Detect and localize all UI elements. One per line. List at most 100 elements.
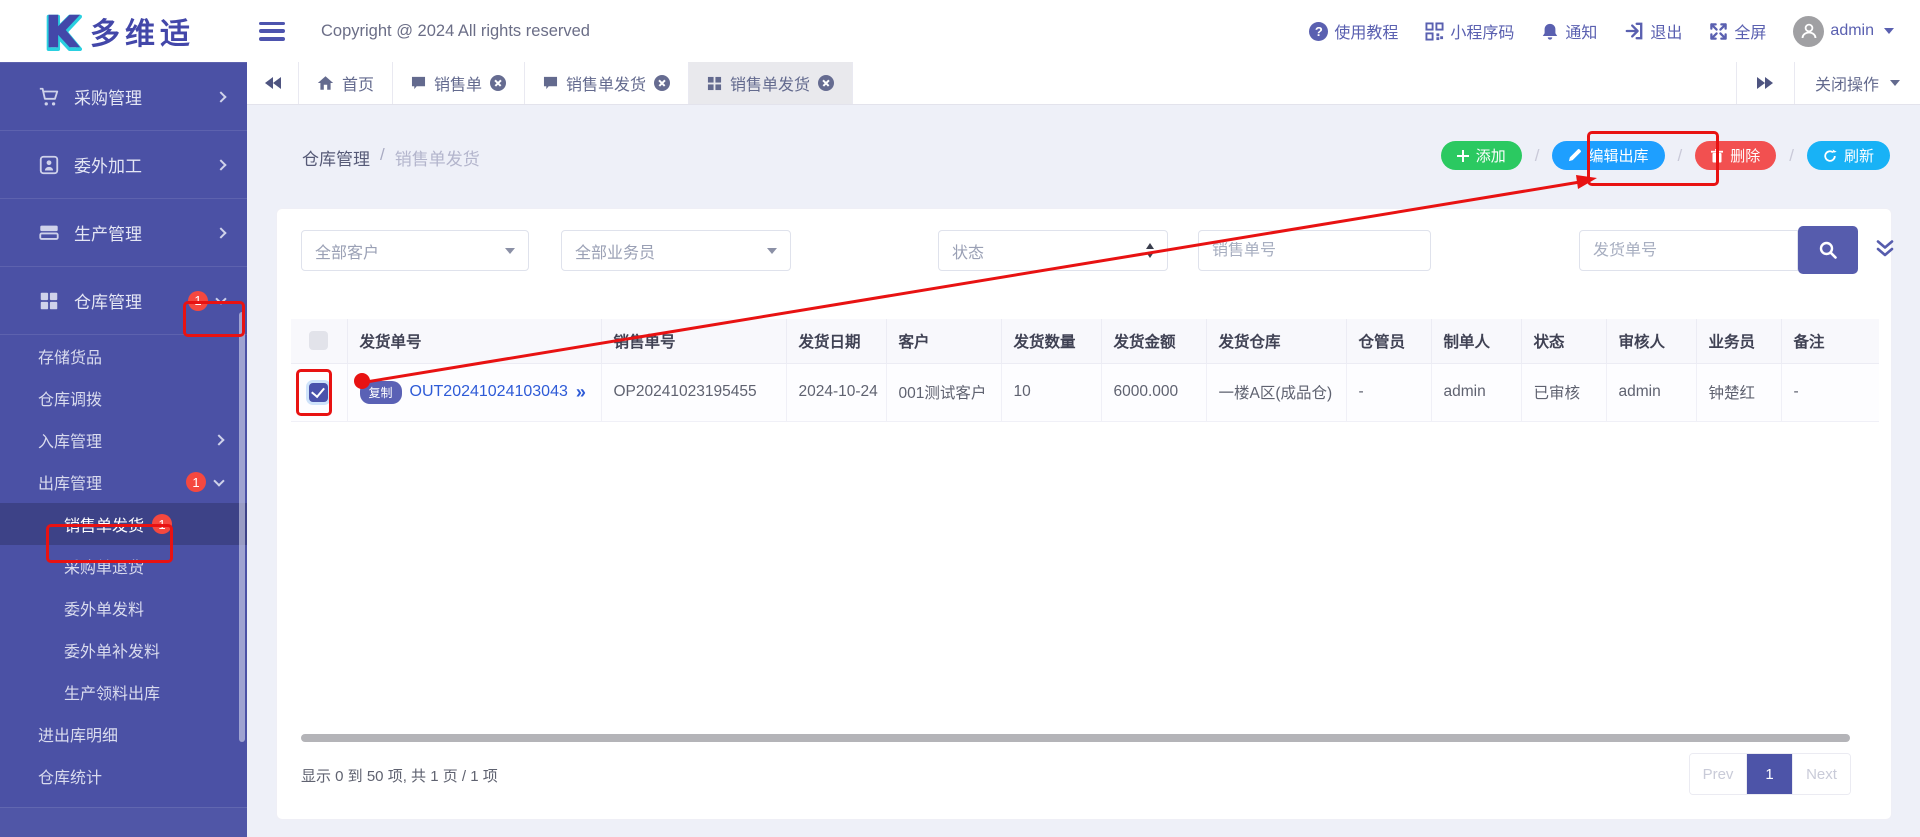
- sidebar-item-production[interactable]: 生产管理: [0, 199, 247, 267]
- customer-filter-select[interactable]: 全部客户: [301, 230, 529, 271]
- cell-customer: 001测试客户: [886, 363, 1002, 422]
- logout-link[interactable]: 退出: [1624, 19, 1682, 43]
- fullscreen-link[interactable]: 全屏: [1709, 19, 1766, 43]
- sales-order-no-field: [1198, 230, 1431, 271]
- horizontal-scrollbar[interactable]: [301, 734, 1850, 742]
- avatar: [1793, 15, 1825, 47]
- next-page-button[interactable]: Next: [1793, 754, 1850, 794]
- delivery-no-link[interactable]: OUT20241024103043: [410, 383, 568, 401]
- sales-delivery-badge: 1: [152, 514, 173, 534]
- chevron-right-icon: [213, 434, 225, 446]
- sidebar-item-outsourcing[interactable]: 委外加工: [0, 131, 247, 199]
- sidebar-item-outbound[interactable]: 出库管理 1: [0, 461, 247, 503]
- chevron-down-icon: [213, 474, 225, 487]
- header-nav: ? 使用教程 小程序码 通知 退出 全屏 admin: [1309, 15, 1920, 47]
- toolbar-separator: /: [1677, 145, 1683, 165]
- cell-salesman: 钟楚红: [1696, 363, 1782, 422]
- sidebar-item-inbound[interactable]: 入库管理: [0, 419, 247, 461]
- column-header[interactable]: 业务员: [1696, 319, 1782, 364]
- prev-page-button[interactable]: Prev: [1690, 754, 1747, 794]
- tab-sales-delivery-2[interactable]: 销售单发货: [689, 62, 854, 104]
- tab-sales-order[interactable]: 销售单: [393, 62, 526, 104]
- column-header[interactable]: 备注: [1781, 319, 1879, 364]
- edit-outbound-button[interactable]: 编辑出库: [1552, 141, 1665, 170]
- sidebar-item-outsource-reissue[interactable]: 委外单补发料: [0, 629, 247, 671]
- add-button[interactable]: 添加: [1440, 141, 1522, 170]
- salesman-filter-value: 全部业务员: [575, 244, 656, 262]
- scroll-tabs-left-button[interactable]: [247, 62, 299, 104]
- column-header[interactable]: 发货数量: [1001, 319, 1102, 364]
- pagination: Prev 1 Next: [1689, 753, 1851, 795]
- column-header[interactable]: 仓管员: [1346, 319, 1432, 364]
- sales-order-no-input[interactable]: [1212, 241, 1417, 260]
- table-row[interactable]: 复制 OUT20241024103043 » OP20241023195455 …: [291, 363, 1879, 422]
- column-header[interactable]: 状态: [1521, 319, 1607, 364]
- sidebar-item-production-picking[interactable]: 生产领料出库: [0, 671, 247, 713]
- sidebar-scrollbar[interactable]: [239, 312, 245, 742]
- sidebar-item-inout-detail[interactable]: 进出库明细: [0, 713, 247, 755]
- help-link[interactable]: ? 使用教程: [1309, 19, 1398, 43]
- close-operations-label: 关闭操作: [1814, 77, 1879, 94]
- miniprogram-link[interactable]: 小程序码: [1425, 19, 1514, 43]
- cell-status: 已审核: [1521, 363, 1607, 422]
- column-header[interactable]: 发货金额: [1101, 319, 1207, 364]
- notification-label: 通知: [1565, 25, 1598, 42]
- delete-button[interactable]: 删除: [1695, 141, 1777, 170]
- double-right-icon: [1757, 77, 1774, 89]
- toggle-filters-button[interactable]: [1874, 238, 1896, 265]
- breadcrumb-separator: /: [380, 145, 385, 164]
- cell-keeper: -: [1346, 363, 1432, 422]
- sidebar-item-stored-goods[interactable]: 存储货品: [0, 335, 247, 377]
- sidebar-item-warehouse-stats[interactable]: 仓库统计: [0, 755, 247, 797]
- delivery-no-field: [1579, 230, 1798, 271]
- copy-button[interactable]: 复制: [359, 380, 402, 404]
- close-operations-dropdown[interactable]: 关闭操作: [1793, 62, 1920, 104]
- chevron-right-icon: [215, 90, 227, 103]
- select-all-checkbox[interactable]: [309, 331, 329, 351]
- notification-link[interactable]: 通知: [1541, 19, 1597, 43]
- status-filter-value: 状态: [952, 244, 985, 262]
- brand-logo-icon: [46, 14, 82, 52]
- cell-warehouse: 一楼A区(成品仓): [1206, 363, 1347, 422]
- column-header[interactable]: 发货日期: [786, 319, 887, 364]
- refresh-button[interactable]: 刷新: [1806, 141, 1890, 170]
- menu-toggle-icon[interactable]: [259, 21, 285, 41]
- sidebar-item-outsource-issue[interactable]: 委外单发料: [0, 587, 247, 629]
- search-button[interactable]: [1798, 226, 1858, 274]
- column-header[interactable]: 发货仓库: [1206, 319, 1347, 364]
- main-content: 仓库管理 / 销售单发货 添加 / 编辑出库 / 删除 / 刷新 全部客户 全部…: [247, 105, 1920, 837]
- sidebar-item-warehouse[interactable]: 仓库管理 1: [0, 267, 247, 335]
- tab-sales-delivery-1[interactable]: 销售单发货: [525, 62, 690, 104]
- caret-down-icon: [1890, 80, 1900, 86]
- close-tab-icon[interactable]: [818, 75, 835, 91]
- delivery-no-input[interactable]: [1593, 241, 1784, 260]
- breadcrumb-parent[interactable]: 仓库管理: [302, 145, 370, 170]
- tab-home[interactable]: 首页: [299, 62, 394, 104]
- sidebar-item-sales-delivery[interactable]: 销售单发货 1: [0, 503, 247, 545]
- sidebar-item-purchase[interactable]: 采购管理: [0, 63, 247, 131]
- sidebar-item-label: 生产管理: [74, 225, 142, 244]
- column-header[interactable]: 发货单号: [347, 319, 602, 364]
- logout-label: 退出: [1650, 25, 1683, 42]
- column-header[interactable]: 制单人: [1431, 319, 1522, 364]
- row-checkbox[interactable]: [309, 382, 329, 402]
- scroll-tabs-right-button[interactable]: [1735, 62, 1794, 104]
- sidebar-item-purchase-return[interactable]: 采购单退货: [0, 545, 247, 587]
- close-tab-icon[interactable]: [654, 75, 671, 91]
- column-header[interactable]: 客户: [886, 319, 1002, 364]
- toolbar: 添加 / 编辑出库 / 删除 / 刷新: [1440, 141, 1890, 170]
- page-1-button[interactable]: 1: [1747, 754, 1793, 794]
- user-menu[interactable]: admin: [1793, 15, 1894, 47]
- brand-logo[interactable]: 多维适: [0, 9, 247, 53]
- close-tab-icon[interactable]: [490, 75, 507, 91]
- column-header[interactable]: 审核人: [1606, 319, 1697, 364]
- cell-date: 2024-10-24: [786, 363, 887, 422]
- edit-button-label: 编辑出库: [1588, 148, 1649, 165]
- refresh-button-label: 刷新: [1843, 148, 1874, 165]
- sidebar-item-transfer[interactable]: 仓库调拨: [0, 377, 247, 419]
- column-header[interactable]: 销售单号: [601, 319, 787, 364]
- table-header-row: 发货单号 销售单号 发货日期 客户 发货数量 发货金额 发货仓库 仓管员 制单人…: [291, 319, 1879, 364]
- status-filter-select[interactable]: 状态: [938, 230, 1168, 271]
- expand-row-icon[interactable]: »: [576, 382, 586, 403]
- salesman-filter-select[interactable]: 全部业务员: [561, 230, 791, 271]
